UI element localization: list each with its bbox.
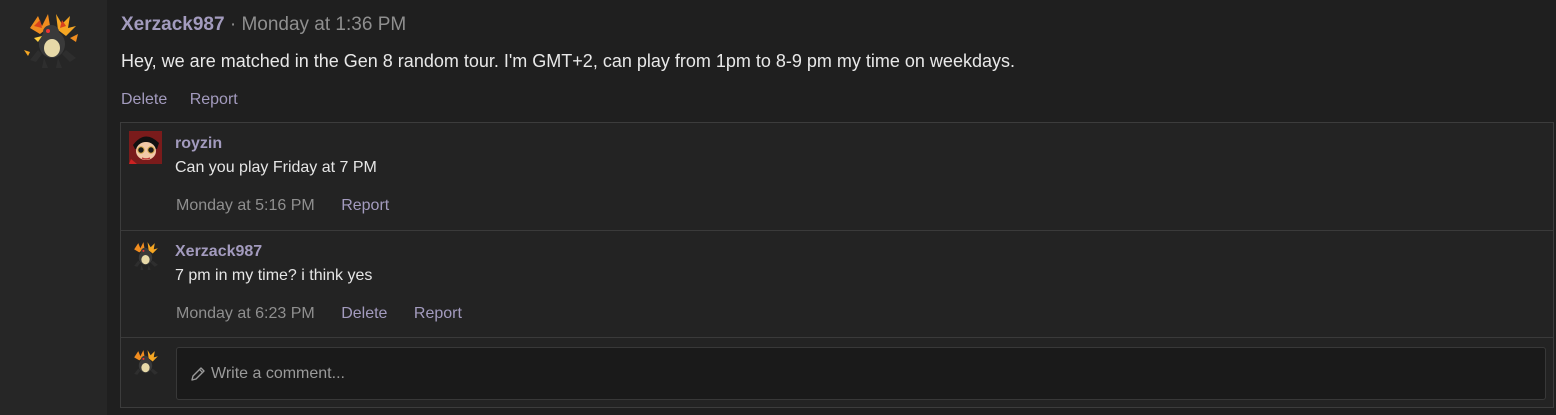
post-body: Hey, we are matched in the Gen 8 random … bbox=[121, 51, 1015, 71]
delete-post-link[interactable]: Delete bbox=[121, 91, 167, 108]
comment-composer: Write a comment... bbox=[121, 339, 1553, 407]
comment-timestamp[interactable]: Monday at 6:23 PM bbox=[176, 305, 315, 322]
report-comment-link[interactable]: Report bbox=[341, 197, 389, 214]
comment-author[interactable]: Xerzack987 bbox=[175, 243, 262, 261]
report-comment-link[interactable]: Report bbox=[414, 305, 462, 322]
header-separator: · bbox=[229, 14, 237, 35]
post-author[interactable]: Xerzack987 bbox=[121, 14, 225, 35]
profile-post-page: Xerzack987 · Monday at 1:36 PM Hey, we a… bbox=[0, 0, 1556, 415]
comment-meta: Monday at 6:23 PM Delete Report bbox=[176, 305, 484, 323]
post-header: Xerzack987 · Monday at 1:36 PM bbox=[121, 13, 406, 37]
comment-meta: Monday at 5:16 PM Report bbox=[176, 197, 411, 215]
charizard-sprite-icon[interactable] bbox=[129, 239, 162, 272]
comment-item: royzin Can you play Friday at 7 PM Monda… bbox=[121, 123, 1553, 231]
comments-section: royzin Can you play Friday at 7 PM Monda… bbox=[120, 122, 1554, 408]
pencil-icon bbox=[191, 367, 205, 381]
delete-comment-link[interactable]: Delete bbox=[341, 305, 387, 322]
charizard-sprite-icon bbox=[134, 350, 158, 375]
comment-author[interactable]: royzin bbox=[175, 135, 222, 153]
comment-text: Can you play Friday at 7 PM bbox=[175, 159, 377, 176]
post-actions: Delete Report bbox=[121, 89, 256, 111]
left-rail bbox=[0, 0, 107, 415]
comment-text: 7 pm in my time? i think yes bbox=[175, 267, 373, 284]
report-post-link[interactable]: Report bbox=[190, 91, 238, 108]
post-timestamp[interactable]: Monday at 1:36 PM bbox=[241, 14, 406, 35]
comment-timestamp[interactable]: Monday at 5:16 PM bbox=[176, 197, 315, 214]
charizard-sprite-icon[interactable] bbox=[20, 8, 84, 72]
comment-input-placeholder: Write a comment... bbox=[211, 365, 345, 382]
comment-input[interactable]: Write a comment... bbox=[176, 347, 1546, 400]
anime-avatar-icon[interactable] bbox=[129, 131, 162, 164]
comment-item: Xerzack987 7 pm in my time? i think yes … bbox=[121, 231, 1553, 338]
